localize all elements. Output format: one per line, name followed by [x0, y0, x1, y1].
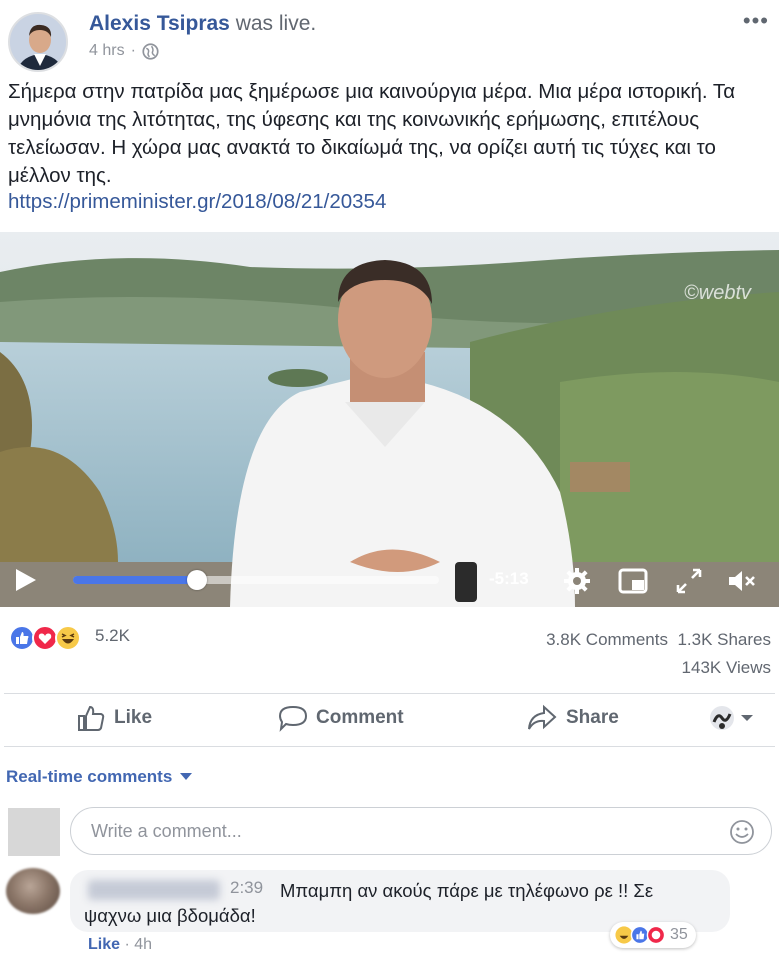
- reaction-icons[interactable]: [8, 624, 82, 652]
- reactions-row: 5.2K 3.8K Comments 1.3K Shares 143K View…: [0, 620, 779, 690]
- comment-icon: [278, 705, 308, 732]
- like-button[interactable]: Like: [76, 704, 152, 732]
- play-icon[interactable]: [12, 567, 38, 593]
- post-stats: 3.8K Comments 1.3K Shares 143K Views: [546, 626, 771, 682]
- comments-count[interactable]: 3.8K Comments: [546, 630, 668, 649]
- comment-composer: [0, 804, 779, 858]
- action-bar: Like Comment Share: [0, 700, 779, 742]
- share-icon: [528, 704, 557, 730]
- video-frame: [0, 232, 779, 607]
- divider: [4, 693, 775, 694]
- video-progress-fill: [73, 576, 198, 584]
- comment-input[interactable]: [70, 807, 772, 855]
- views-count: 143K Views: [681, 658, 771, 677]
- comment-reaction-count: 35: [670, 926, 688, 943]
- author-avatar[interactable]: [8, 12, 68, 72]
- more-dots-icon[interactable]: •••: [743, 8, 769, 34]
- share-label: Share: [566, 707, 619, 728]
- post-text: Σήμερα στην πατρίδα μας ξημέρωσε μια και…: [8, 80, 736, 187]
- my-avatar: [8, 808, 60, 856]
- video-time-remaining: -5:13: [489, 569, 529, 588]
- thumbs-up-icon: [78, 705, 105, 731]
- meta-separator: ·: [130, 42, 136, 59]
- reaction-count[interactable]: 5.2K: [95, 626, 130, 646]
- fullscreen-icon[interactable]: [674, 566, 704, 596]
- settings-icon[interactable]: [562, 566, 592, 596]
- comment-filter-label: Real-time comments: [6, 767, 173, 786]
- comment-item: 2:39 Μπαμπη αν ακούς πάρε με τηλέφωνο ρε…: [0, 866, 779, 958]
- video-progress-knob[interactable]: [187, 570, 208, 590]
- post-author-line: Alexis Tsipras was live.: [89, 12, 316, 36]
- globe-icon[interactable]: [142, 42, 159, 60]
- profile-selector[interactable]: [708, 704, 754, 732]
- comment-filter-dropdown[interactable]: Real-time comments: [6, 767, 193, 787]
- video-controls: -5:13: [0, 557, 779, 607]
- comment-footer: Like · 4h: [88, 936, 152, 954]
- like-label: Like: [114, 707, 153, 728]
- comment-like-link[interactable]: Like: [88, 936, 120, 953]
- comment-age[interactable]: 4h: [134, 936, 152, 953]
- mute-icon[interactable]: [726, 566, 756, 596]
- comment-text: Μπαμπη αν ακούς πάρε με τηλέφωνο ρε !! Σ…: [84, 880, 654, 926]
- author-name[interactable]: Alexis Tsipras: [89, 12, 230, 35]
- angry-reaction-icon: [646, 925, 666, 945]
- pip-icon[interactable]: [618, 566, 648, 596]
- video-player[interactable]: ©webtv -5:13: [0, 232, 779, 607]
- divider: [4, 746, 775, 747]
- post-time[interactable]: 4 hrs: [89, 42, 125, 60]
- video-progress-bar[interactable]: [73, 570, 439, 590]
- share-button[interactable]: Share: [526, 704, 619, 732]
- footer-separator: ·: [124, 936, 135, 953]
- comment-button[interactable]: Comment: [278, 704, 404, 732]
- post-header: Alexis Tsipras was live. 4 hrs · •••: [0, 0, 779, 72]
- commenter-avatar[interactable]: [6, 868, 60, 914]
- video-watermark: ©webtv: [684, 282, 751, 304]
- emoji-icon[interactable]: [729, 819, 755, 845]
- haha-reaction-icon: [55, 625, 81, 651]
- chevron-down-icon: [741, 715, 753, 721]
- post-link[interactable]: https://primeminister.gr/2018/08/21/2035…: [8, 190, 386, 214]
- comment-reactions[interactable]: 35: [610, 922, 696, 948]
- post-meta: 4 hrs ·: [89, 42, 159, 60]
- post-action-text: was live.: [235, 12, 317, 35]
- profile-icon: [710, 706, 734, 730]
- caret-down-icon: [180, 773, 193, 780]
- shares-count[interactable]: 1.3K Shares: [677, 630, 771, 649]
- comment-label: Comment: [316, 707, 404, 728]
